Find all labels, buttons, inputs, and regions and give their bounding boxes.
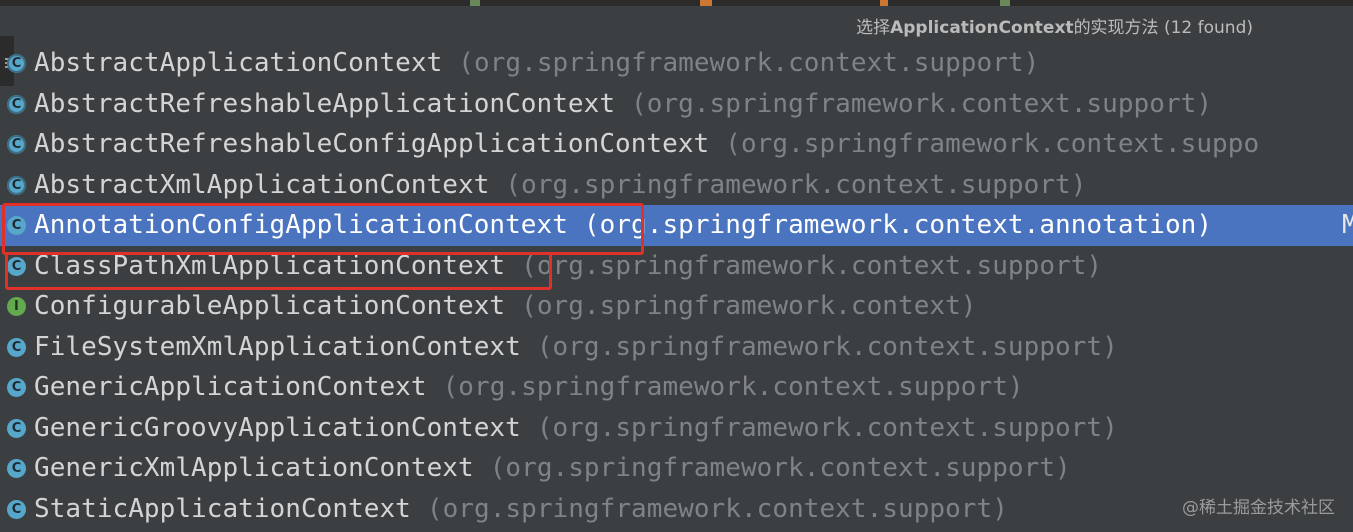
class-name: GenericApplicationContext (org.springfram… xyxy=(34,367,1024,408)
class-name: AbstractRefreshableConfigApplicationCont… xyxy=(34,124,1259,165)
class-name-text: AbstractRefreshableConfigApplicationCont… xyxy=(34,129,710,159)
class-icon: C xyxy=(7,378,26,397)
class-name: GenericGroovyApplicationContext (org.spri… xyxy=(34,408,1118,449)
title-bold: ApplicationContext xyxy=(890,18,1074,38)
list-item[interactable]: C AbstractRefreshableApplicationContext (o… xyxy=(0,84,1353,125)
class-name-text: AbstractRefreshableApplicationContext xyxy=(34,88,616,119)
package-name: (org.springframework.context.support) xyxy=(505,169,1087,200)
class-icon: C xyxy=(7,459,26,478)
package-name: (org.springframework.context.suppo xyxy=(725,129,1260,159)
package-name: (org.springframework.context.support) xyxy=(458,48,1040,78)
module-hint: M xyxy=(1342,210,1353,240)
class-name: ConfigurableApplicationContext (org.sprin… xyxy=(34,286,977,327)
interface-icon: I xyxy=(7,297,26,316)
popup-title: 选择ApplicationContext的实现方法 (12 found) xyxy=(856,13,1253,38)
list-item[interactable]: C GenericGroovyApplicationContext (org.spr… xyxy=(0,408,1353,449)
abstract-class-icon: C xyxy=(7,94,26,114)
watermark: @稀土掘金技术社区 xyxy=(1182,498,1335,518)
class-name: AbstractXmlApplicationContext (org.spring… xyxy=(34,165,1086,206)
abstract-class-icon: C xyxy=(7,175,26,195)
popup-header: 选择ApplicationContext的实现方法 (12 found) xyxy=(0,6,1353,42)
class-name: AbstractRefreshableApplicationContext (or… xyxy=(34,84,1212,125)
list-item[interactable]: C AbstractApplicationContext (org.springfr… xyxy=(0,43,1353,84)
package-name: (org.springframework.context.support) xyxy=(631,88,1213,119)
class-name-text: GenericApplicationContext xyxy=(34,372,427,402)
title-prefix: 选择 xyxy=(856,18,891,38)
list-item[interactable]: I ConfigurableApplicationContext (org.spri… xyxy=(0,286,1353,327)
class-name: StaticApplicationContext (org.springframe… xyxy=(34,489,1008,530)
package-name: (org.springframework.context.support) xyxy=(426,493,1008,524)
package-name: (org.springframework.context.support) xyxy=(521,250,1103,281)
package-name: (org.springframework.context.support) xyxy=(489,453,1071,483)
highlight-box-annotation-config xyxy=(2,203,644,255)
class-name: AbstractApplicationContext (org.springfra… xyxy=(34,43,1039,84)
package-name: (org.springframework.context.support) xyxy=(442,372,1024,402)
class-name-text: GenericGroovyApplicationContext xyxy=(34,412,521,443)
class-name-text: ConfigurableApplicationContext xyxy=(34,291,506,321)
class-name: FileSystemXmlApplicationContext (org.spri… xyxy=(34,327,1118,368)
class-icon: C xyxy=(7,337,26,357)
abstract-class-icon: C xyxy=(7,135,26,154)
package-name: (org.springframework.context.support) xyxy=(536,412,1118,443)
list-item[interactable]: C AbstractXmlApplicationContext (org.sprin… xyxy=(0,165,1353,206)
implementation-chooser-window: 选择ApplicationContext的实现方法 (12 found) C Ab… xyxy=(0,0,1353,532)
list-item[interactable]: C GenericXmlApplicationContext (org.spring… xyxy=(0,448,1353,489)
class-name: GenericXmlApplicationContext (org.springf… xyxy=(34,448,1071,489)
package-name: (org.springframework.context) xyxy=(521,291,977,321)
class-name-text: AbstractApplicationContext xyxy=(34,48,443,78)
list-item[interactable]: C FileSystemXmlApplicationContext (org.spr… xyxy=(0,327,1353,368)
title-suffix: 的实现方法 (12 found) xyxy=(1073,18,1253,38)
list-item[interactable]: C StaticApplicationContext (org.springfram… xyxy=(0,489,1353,530)
class-name-text: AbstractXmlApplicationContext xyxy=(34,169,490,200)
list-item[interactable]: C AbstractRefreshableConfigApplicationCon… xyxy=(0,124,1353,165)
class-icon: C xyxy=(7,499,26,519)
package-name: (org.springframework.context.support) xyxy=(536,331,1118,362)
list-item[interactable]: C GenericApplicationContext (org.springfra… xyxy=(0,367,1353,408)
class-name-text: StaticApplicationContext xyxy=(34,493,411,524)
class-name-text: FileSystemXmlApplicationContext xyxy=(34,331,521,362)
highlight-box-classpath-xml xyxy=(5,252,552,290)
abstract-class-icon: C xyxy=(7,54,26,73)
package-name: (org.springframework.context.annotation) xyxy=(583,210,1213,240)
class-icon: C xyxy=(7,418,26,438)
class-name-text: GenericXmlApplicationContext xyxy=(34,453,474,483)
